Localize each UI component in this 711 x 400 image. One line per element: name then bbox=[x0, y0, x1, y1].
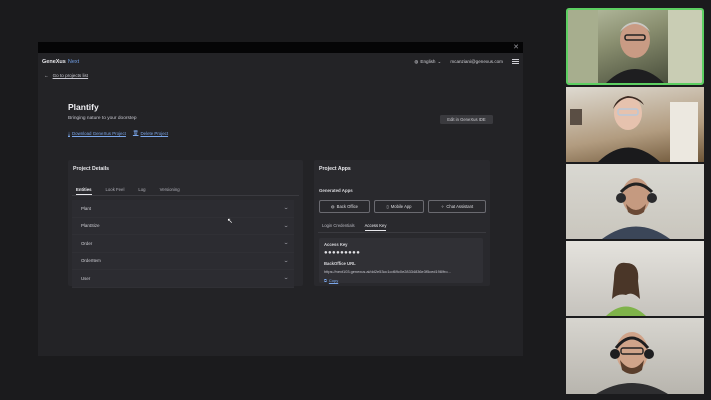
tab-look-feel[interactable]: Look Feel bbox=[106, 187, 125, 195]
trash-icon: 🗑 bbox=[132, 130, 139, 135]
backoffice-url-label: BackOffice URL bbox=[324, 261, 356, 266]
button-label: Back Office bbox=[336, 204, 358, 209]
panel-title: Project Details bbox=[73, 166, 110, 172]
copy-label: Copy bbox=[328, 278, 339, 283]
participant-video-tile[interactable] bbox=[566, 164, 704, 239]
mobile-app-button[interactable]: ▯ Mobile App bbox=[374, 200, 424, 213]
app-header: GeneXus Next ◍ English ⌄ mcanziani@genexu… bbox=[38, 53, 523, 70]
chevron-down-icon: ⌄ bbox=[282, 257, 289, 264]
participant-video-tile[interactable] bbox=[566, 241, 704, 316]
participant-image bbox=[606, 262, 646, 316]
hamburger-menu-icon[interactable] bbox=[512, 59, 519, 64]
tab-entities[interactable]: Entities bbox=[76, 187, 92, 195]
globe-icon: ◍ bbox=[414, 58, 419, 64]
edit-in-ide-button[interactable]: Edit in GeneXus IDE bbox=[440, 115, 493, 124]
close-icon[interactable]: ✕ bbox=[513, 43, 519, 51]
delete-label: Delete Project bbox=[140, 130, 169, 136]
tab-log[interactable]: Log bbox=[138, 187, 145, 195]
tabs-divider bbox=[72, 195, 299, 196]
tab-access-key[interactable]: Access Key bbox=[364, 223, 387, 231]
phone-icon: ▯ bbox=[386, 204, 389, 209]
language-selector[interactable]: ◍ English ⌄ bbox=[414, 59, 441, 65]
backoffice-url-value[interactable]: https://next103.genexus.ai/dd2e53cc1cd69… bbox=[324, 269, 451, 274]
participant-image bbox=[570, 96, 698, 162]
chevron-down-icon: ⌄ bbox=[282, 205, 289, 212]
entity-label: User bbox=[81, 275, 91, 281]
project-subtitle: Bringing nature to your doorstep bbox=[68, 116, 137, 121]
entity-row-plantsize[interactable]: PlantSize ⌄ bbox=[72, 217, 294, 235]
panel-title: Project Apps bbox=[319, 166, 351, 172]
details-tabs: Entities Look Feel Log Versioning bbox=[76, 187, 180, 195]
copy-icon: ⧉ bbox=[324, 278, 327, 283]
participant-image bbox=[596, 332, 668, 394]
participant-video-tile[interactable] bbox=[566, 8, 704, 85]
entity-label: PlantSize bbox=[81, 223, 100, 229]
entity-label: Plant bbox=[81, 205, 92, 211]
project-apps-panel: Project Apps Generated Apps ◍ Back Office… bbox=[314, 160, 490, 286]
access-key-box: Access Key ●●●●●●●●● BackOffice URL http… bbox=[319, 238, 483, 283]
copy-link[interactable]: ⧉ Copy bbox=[324, 278, 338, 283]
shared-screen-titlebar: ✕ bbox=[38, 42, 523, 53]
access-key-value: ●●●●●●●●● bbox=[324, 250, 361, 256]
chat-assistant-button[interactable]: ✧ Chat Assistant bbox=[428, 200, 486, 213]
brand-sub: Next bbox=[67, 58, 80, 65]
mouse-cursor-icon: ↖ bbox=[227, 218, 233, 225]
download-icon: ⤓ bbox=[68, 130, 70, 136]
language-label: English bbox=[420, 59, 436, 64]
chevron-down-icon: ⌄ bbox=[282, 240, 289, 247]
entity-list: Plant ⌄ PlantSize ⌄ Order ⌄ OrderItem ⌄ User… bbox=[72, 200, 294, 288]
entity-row-order[interactable]: Order ⌄ bbox=[72, 235, 294, 253]
generated-apps-label: Generated Apps bbox=[319, 188, 353, 193]
tab-login-credentials[interactable]: Login Credentials bbox=[322, 223, 355, 231]
participant-video-tile[interactable] bbox=[566, 318, 704, 394]
chevron-down-icon: ⌄ bbox=[282, 275, 289, 282]
tab-versioning[interactable]: Versioning bbox=[160, 187, 180, 195]
chevron-down-icon: ⌄ bbox=[282, 222, 289, 229]
arrow-left-icon: ← bbox=[44, 73, 49, 78]
entity-row-plant[interactable]: Plant ⌄ bbox=[72, 200, 294, 218]
participant-image bbox=[602, 178, 670, 239]
user-email[interactable]: mcanziani@genexus.com bbox=[450, 59, 503, 64]
access-key-label: Access Key bbox=[324, 242, 348, 247]
participant-image bbox=[568, 10, 702, 83]
entity-row-user[interactable]: User ⌄ bbox=[72, 270, 294, 288]
button-label: Mobile App bbox=[390, 204, 412, 209]
tabs-divider bbox=[318, 232, 486, 233]
brand-logo[interactable]: GeneXus Next bbox=[42, 59, 79, 65]
chevron-down-icon: ⌄ bbox=[437, 58, 442, 64]
button-label: Chat Assistant bbox=[446, 204, 474, 209]
download-project-link[interactable]: ⤓ Download GeneXus Project bbox=[68, 130, 126, 136]
delete-project-link[interactable]: 🗑 Delete Project bbox=[133, 130, 168, 136]
entity-row-orderitem[interactable]: OrderItem ⌄ bbox=[72, 252, 294, 270]
project-title: Plantify bbox=[68, 102, 99, 112]
sparkle-icon: ✧ bbox=[440, 204, 445, 209]
genexus-next-app: GeneXus Next ◍ English ⌄ mcanziani@genexu… bbox=[38, 53, 523, 356]
brand-name: GeneXus bbox=[42, 58, 66, 65]
entity-label: OrderItem bbox=[81, 258, 101, 264]
back-office-button[interactable]: ◍ Back Office bbox=[319, 200, 370, 213]
entity-label: Order bbox=[81, 240, 93, 246]
download-label: Download GeneXus Project bbox=[71, 130, 126, 136]
back-link-label: Go to projects list bbox=[52, 73, 89, 78]
participant-video-tile[interactable] bbox=[566, 87, 704, 162]
back-to-projects-link[interactable]: ← Go to projects list bbox=[44, 73, 88, 78]
project-details-panel: Project Details Entities Look Feel Log V… bbox=[68, 160, 303, 288]
globe-icon: ◍ bbox=[331, 204, 335, 209]
